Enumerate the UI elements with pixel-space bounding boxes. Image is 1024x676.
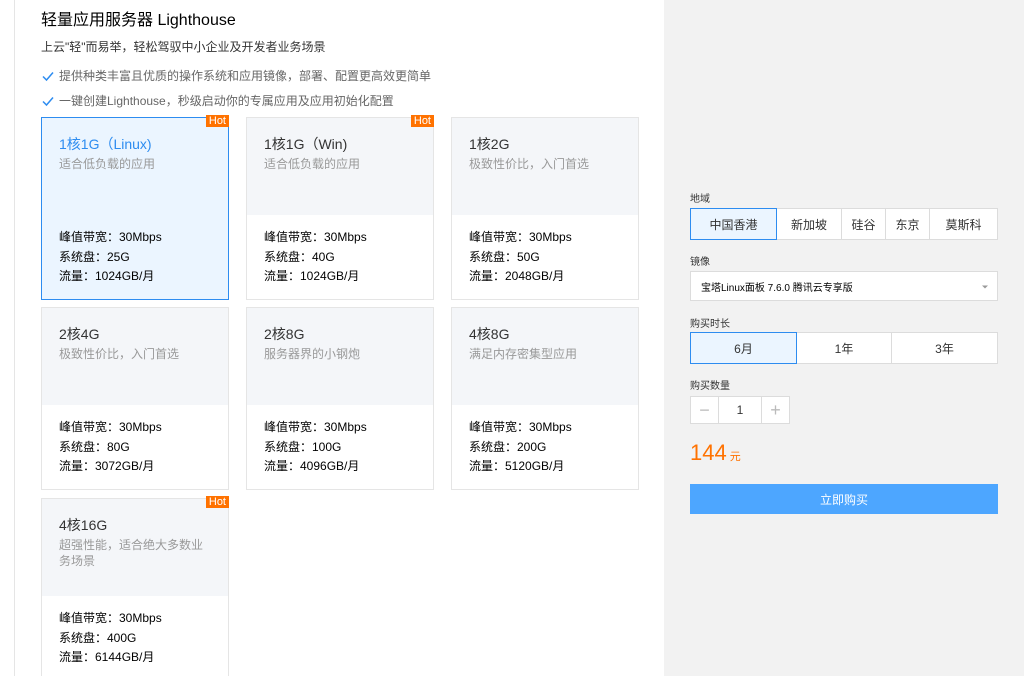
feature-text: 一键创建Lighthouse，秒级启动你的专属应用及应用初始化配置 (59, 94, 394, 108)
feature-item: 提供种类丰富且优质的操作系统和应用镜像，部署、配置更高效更简单 (41, 67, 431, 84)
quantity-input[interactable]: 1 (719, 397, 761, 423)
plan-name: 4核16G (59, 517, 108, 533)
duration-option-6m[interactable]: 6月 (690, 332, 797, 364)
hot-badge: Hot (410, 115, 434, 127)
plan-card-1c1g-linux[interactable]: Hot 1核1G（Linux) 适合低负载的应用 峰值带宽：30Mbps 系统盘… (41, 115, 229, 300)
image-label: 镜像 (690, 257, 710, 268)
plan-traffic: 流量：6144GB/月 (59, 650, 155, 664)
plan-traffic: 流量：1024GB/月 (59, 269, 155, 283)
plan-bandwidth: 峰值带宽：30Mbps (469, 420, 572, 434)
plan-disk: 系统盘：80G (59, 440, 130, 454)
plan-disk: 系统盘：200G (469, 440, 547, 454)
plan-traffic: 流量：4096GB/月 (264, 459, 360, 473)
price-amount: 144 (690, 440, 727, 465)
check-icon (42, 96, 54, 106)
plan-card-4c16g[interactable]: Hot 4核16G 超强性能，适合绝大多数业务场景 峰值带宽：30Mbps 系统… (41, 496, 229, 676)
plan-card-2c8g[interactable]: 2核8G 服务器界的小钢炮 峰值带宽：30Mbps 系统盘：100G 流量：40… (246, 307, 434, 490)
plan-traffic: 流量：1024GB/月 (264, 269, 360, 283)
plan-card-2c4g[interactable]: 2核4G 极致性价比，入门首选 峰值带宽：30Mbps 系统盘：80G 流量：3… (41, 307, 229, 490)
plan-disk: 系统盘：25G (59, 250, 130, 264)
region-option-siliconvalley[interactable]: 硅谷 (842, 209, 886, 239)
quantity-label: 购买数量 (690, 381, 730, 392)
product-section: 轻量应用服务器 Lighthouse 上云"轻"而易举，轻松驾驭中小企业及开发者… (41, 0, 641, 676)
plan-desc: 极致性价比，入门首选 (59, 347, 180, 361)
plan-bandwidth: 峰值带宽：30Mbps (59, 230, 162, 244)
page-left-border (14, 0, 15, 676)
plan-name: 1核1G（Win) (264, 136, 348, 152)
purchase-panel: 地域 中国香港 新加坡 硅谷 东京 莫斯科 镜像 宝塔Linux面板 7.6.0… (664, 0, 1024, 676)
plan-name: 4核8G (469, 326, 510, 342)
region-option-moscow[interactable]: 莫斯科 (930, 209, 997, 239)
plan-card-1c2g[interactable]: 1核2G 极致性价比，入门首选 峰值带宽：30Mbps 系统盘：50G 流量：2… (451, 117, 639, 300)
hot-badge: Hot (205, 115, 229, 127)
page-title: 轻量应用服务器 Lighthouse (41, 12, 236, 29)
plan-disk: 系统盘：50G (469, 250, 540, 264)
plan-desc: 服务器界的小钢炮 (264, 347, 361, 361)
duration-selector: 6月 1年 3年 (690, 332, 998, 364)
plan-desc: 适合低负载的应用 (264, 157, 361, 171)
plan-bandwidth: 峰值带宽：30Mbps (59, 611, 162, 625)
plan-traffic: 流量：3072GB/月 (59, 459, 155, 473)
hot-badge: Hot (205, 496, 229, 508)
feature-text: 提供种类丰富且优质的操作系统和应用镜像，部署、配置更高效更简单 (59, 69, 432, 83)
image-select[interactable]: 宝塔Linux面板 7.6.0 腾讯云专享版 (690, 271, 998, 301)
plan-disk: 系统盘：100G (264, 440, 342, 454)
plan-desc: 适合低负载的应用 (59, 157, 156, 171)
buy-now-button[interactable]: 立即购买 (690, 484, 998, 514)
plan-bandwidth: 峰值带宽：30Mbps (469, 230, 572, 244)
plan-card-1c1g-win[interactable]: Hot 1核1G（Win) 适合低负载的应用 峰值带宽：30Mbps 系统盘：4… (246, 115, 434, 300)
region-selector: 中国香港 新加坡 硅谷 东京 莫斯科 (690, 208, 998, 240)
quantity-stepper: − 1 + (690, 396, 790, 424)
plan-traffic: 流量：5120GB/月 (469, 459, 565, 473)
image-select-value: 宝塔Linux面板 7.6.0 腾讯云专享版 (701, 282, 853, 294)
price-display: 144 元 (690, 440, 741, 466)
region-label: 地域 (690, 194, 710, 205)
region-option-tokyo[interactable]: 东京 (886, 209, 930, 239)
plan-name: 1核2G (469, 136, 510, 152)
region-option-hongkong[interactable]: 中国香港 (690, 208, 777, 240)
plan-name: 2核4G (59, 326, 100, 342)
plan-name: 2核8G (264, 326, 305, 342)
feature-item: 一键创建Lighthouse，秒级启动你的专属应用及应用初始化配置 (41, 92, 394, 109)
plan-desc: 超强性能，适合绝大多数业务场景 (59, 538, 204, 568)
plan-bandwidth: 峰值带宽：30Mbps (264, 230, 367, 244)
price-unit: 元 (729, 451, 741, 463)
plan-card-4c8g[interactable]: 4核8G 满足内存密集型应用 峰值带宽：30Mbps 系统盘：200G 流量：5… (451, 307, 639, 490)
duration-option-3y[interactable]: 3年 (892, 333, 997, 363)
plan-bandwidth: 峰值带宽：30Mbps (264, 420, 367, 434)
quantity-increase-button[interactable]: + (761, 397, 789, 423)
plan-desc: 极致性价比，入门首选 (469, 157, 590, 171)
plan-name: 1核1G（Linux) (59, 136, 152, 152)
plan-disk: 系统盘：40G (264, 250, 335, 264)
plan-disk: 系统盘：400G (59, 631, 137, 645)
duration-label: 购买时长 (690, 319, 730, 330)
duration-option-1y[interactable]: 1年 (797, 333, 892, 363)
plan-desc: 满足内存密集型应用 (469, 347, 578, 361)
quantity-decrease-button[interactable]: − (691, 397, 719, 423)
check-icon (42, 71, 54, 81)
region-option-singapore[interactable]: 新加坡 (777, 209, 842, 239)
plan-bandwidth: 峰值带宽：30Mbps (59, 420, 162, 434)
plan-traffic: 流量：2048GB/月 (469, 269, 565, 283)
chevron-down-icon (982, 285, 988, 289)
page-subtitle: 上云"轻"而易举，轻松驾驭中小企业及开发者业务场景 (41, 40, 326, 54)
